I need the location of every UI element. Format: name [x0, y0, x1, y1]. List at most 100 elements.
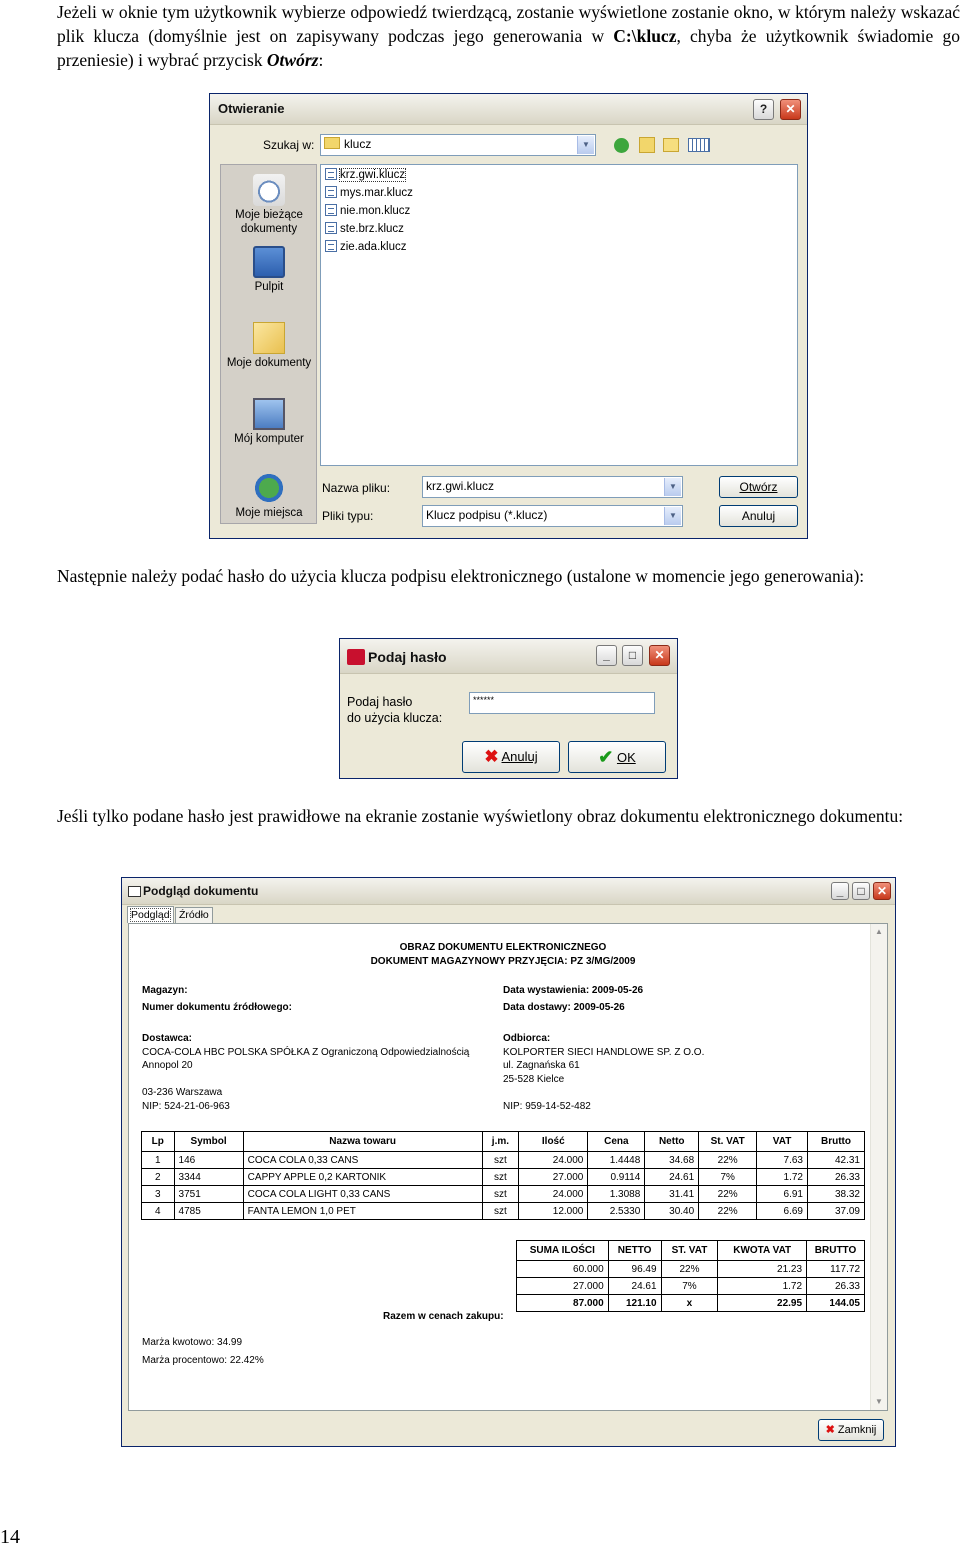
key-file-icon — [325, 168, 337, 180]
table-cell: 7% — [698, 1168, 758, 1186]
tab-podglad[interactable]: Podgląd — [127, 906, 174, 923]
table-cell: x — [660, 1294, 719, 1312]
cancel-button[interactable]: ✖ Anuluj — [462, 741, 560, 773]
checkmark-icon: ✔ — [598, 747, 614, 767]
filetype-select[interactable]: Klucz podpisu (*.klucz) ▼ — [422, 505, 683, 527]
document-viewport[interactable]: ▲ ▼ OBRAZ DOKUMENTU ELEKTRONICZNEGO DOKU… — [128, 923, 888, 1411]
open-dialog-titlebar: Otwieranie ? ✕ — [210, 94, 807, 125]
filetype-value: Klucz podpisu (*.klucz) — [426, 508, 548, 522]
filename-input[interactable]: krz.gwi.klucz ▼ — [422, 476, 683, 498]
password-label-line1: Podaj hasło — [347, 695, 413, 709]
table-cell: 3344 — [173, 1168, 244, 1186]
table-cell: COCA COLA 0,33 CANS — [242, 1151, 483, 1169]
cancel-button[interactable]: Anuluj — [719, 505, 798, 527]
places-recent[interactable]: Moje bieżące dokumenty — [224, 174, 314, 236]
file-item[interactable]: mys.mar.klucz — [325, 185, 413, 202]
preview-title: Podgląd dokumentu — [143, 884, 259, 898]
doc-title: OBRAZ DOKUMENTU ELEKTRONICZNEGO — [399, 942, 607, 953]
open-button[interactable]: Otwórz — [719, 476, 798, 498]
table-cell: 22% — [698, 1185, 758, 1203]
chevron-down-icon: ▼ — [664, 507, 681, 525]
table-cell: 42.31 — [806, 1151, 866, 1169]
file-item[interactable]: zie.ada.klucz — [325, 239, 406, 256]
ok-button-label: OK — [616, 750, 636, 765]
password-input[interactable]: ****** — [469, 692, 655, 714]
new-folder-icon[interactable] — [663, 138, 679, 152]
para1-button-name: Otwórz — [266, 50, 319, 70]
lookin-value: klucz — [344, 137, 372, 151]
column-header: KWOTA VAT — [717, 1240, 808, 1261]
minimize-button[interactable]: _ — [596, 645, 617, 666]
file-item[interactable]: krz.gwi.klucz — [325, 167, 407, 184]
table-row: 60.000 96.49 22% 21.23 117.72 — [516, 1260, 865, 1278]
table-cell: 7.63 — [756, 1151, 808, 1169]
table-cell: 7% — [660, 1277, 719, 1295]
view-menu-icon[interactable] — [688, 138, 710, 152]
column-header: Symbol — [173, 1131, 244, 1152]
summary-header-row: SUMA ILOŚCI NETTO ST. VAT KWOTA VAT BRUT… — [516, 1240, 865, 1261]
maximize-button[interactable]: □ — [852, 882, 870, 900]
file-name: ste.brz.klucz — [340, 223, 404, 235]
para1-path: C:\klucz — [613, 26, 677, 46]
table-cell: 144.05 — [806, 1294, 865, 1312]
places-network-label: Moje miejsca — [235, 507, 303, 519]
table-cell: 31.41 — [644, 1185, 700, 1203]
column-header: VAT — [756, 1131, 808, 1152]
up-folder-icon[interactable] — [639, 137, 655, 153]
tab-zrodlo[interactable]: Źródło — [175, 907, 213, 923]
dostawca-city: 03-236 Warszawa — [142, 1087, 223, 1098]
table-cell: 30.40 — [644, 1202, 700, 1220]
zamknij-button[interactable]: ✖ Zamknij — [818, 1419, 884, 1441]
lookin-dropdown[interactable]: klucz ▼ — [320, 134, 596, 156]
summary-table: SUMA ILOŚCI NETTO ST. VAT KWOTA VAT BRUT… — [516, 1240, 865, 1312]
places-mycomputer[interactable]: Mój komputer — [224, 398, 314, 446]
close-button[interactable]: ✕ — [649, 645, 670, 666]
help-button[interactable]: ? — [753, 99, 774, 120]
places-network[interactable]: Moje miejsca — [224, 472, 314, 520]
table-cell: FANTA LEMON 1,0 PET — [242, 1202, 483, 1220]
intro-paragraph: Jeżeli w oknie tym użytkownik wybierze o… — [57, 0, 960, 72]
back-icon[interactable] — [614, 138, 629, 153]
password-paragraph: Następnie należy podać hasło do użycia k… — [57, 566, 865, 586]
table-cell: 3 — [141, 1185, 175, 1203]
table-cell: 27.000 — [516, 1277, 609, 1295]
ok-button[interactable]: ✔ OK — [568, 741, 666, 773]
table-cell: 26.33 — [806, 1277, 865, 1295]
table-cell: 0.9114 — [587, 1168, 646, 1186]
places-desktop[interactable]: Pulpit — [224, 246, 314, 294]
close-x-icon: ✖ — [825, 1424, 835, 1436]
file-name: mys.mar.klucz — [340, 187, 413, 199]
file-item[interactable]: nie.mon.klucz — [325, 203, 410, 220]
odbiorca-label: Odbiorca: — [503, 1033, 551, 1044]
scroll-down-arrow-icon[interactable]: ▼ — [871, 1394, 887, 1410]
table-cell: 22% — [698, 1151, 758, 1169]
doc-subtitle: DOKUMENT MAGAZYNOWY PRZYJĘCIA: PZ 3/MG/2… — [370, 956, 636, 967]
app-logo-icon — [347, 649, 365, 665]
table-cell: 22% — [660, 1260, 719, 1278]
table-cell: 24.000 — [518, 1185, 589, 1203]
table-cell: 26.33 — [806, 1168, 866, 1186]
scroll-up-arrow-icon[interactable]: ▲ — [871, 924, 887, 940]
file-list[interactable]: krz.gwi.klucz mys.mar.klucz nie.mon.kluc… — [320, 164, 798, 466]
preview-titlebar: Podgląd dokumentu _ □ ✕ — [122, 878, 895, 905]
column-header: ST. VAT — [660, 1240, 719, 1261]
file-name: zie.ada.klucz — [340, 241, 407, 253]
password-label-line2: do użycia klucza: — [347, 711, 443, 725]
items-table: Lp Symbol Nazwa towaru j.m. Ilość Cena N… — [141, 1131, 866, 1220]
places-mydocs[interactable]: Moje dokumenty — [224, 322, 314, 370]
table-row: 4 4785 FANTA LEMON 1,0 PET szt 12.000 2.5330 3… — [141, 1202, 866, 1220]
file-item[interactable]: ste.brz.klucz — [325, 221, 404, 238]
data-wystawienia: Data wystawienia: 2009-05-26 — [503, 985, 644, 996]
column-header: St. VAT — [698, 1131, 758, 1152]
table-cell: 12.000 — [518, 1202, 589, 1220]
zamknij-button-label: Zamknij — [837, 1424, 877, 1436]
vertical-scrollbar[interactable]: ▲ ▼ — [870, 924, 887, 1410]
maximize-button[interactable]: □ — [622, 645, 643, 666]
minimize-button[interactable]: _ — [831, 882, 849, 900]
close-button[interactable]: ✕ — [780, 99, 801, 120]
close-button[interactable]: ✕ — [873, 882, 891, 900]
table-cell: 60.000 — [516, 1260, 609, 1278]
table-cell: 6.69 — [756, 1202, 808, 1220]
table-row: 1 146 COCA COLA 0,33 CANS szt 24.000 1.4448 34… — [141, 1151, 866, 1169]
open-button-label: Otwórz — [739, 480, 778, 494]
